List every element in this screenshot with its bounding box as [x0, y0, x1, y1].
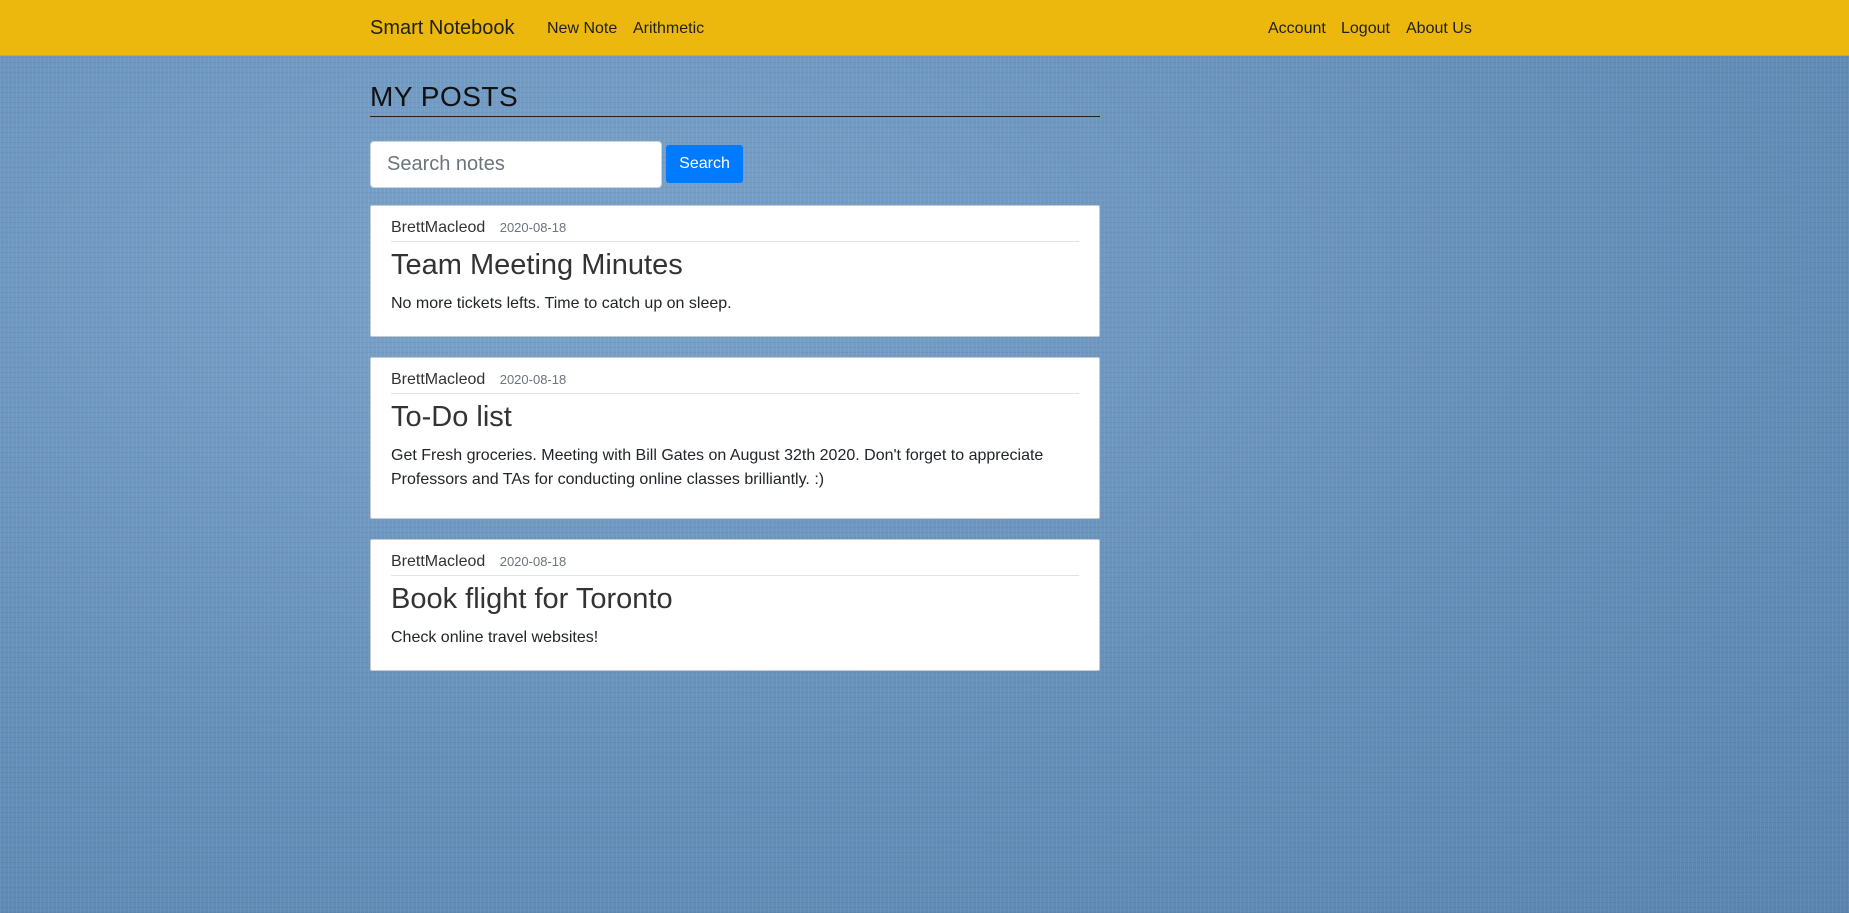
page-title: MY POSTS: [370, 80, 1100, 117]
nav-logout[interactable]: Logout: [1341, 20, 1390, 38]
search-form: Search: [370, 141, 1100, 188]
post-card: BrettMacleod 2020-08-18 Team Meeting Min…: [370, 205, 1100, 337]
post-meta: BrettMacleod 2020-08-18: [391, 370, 1079, 394]
search-input[interactable]: [370, 141, 662, 188]
post-title[interactable]: To-Do list: [391, 398, 1079, 436]
post-content: Get Fresh groceries. Meeting with Bill G…: [391, 447, 1044, 488]
post-date: 2020-08-18: [499, 554, 567, 569]
post-content: No more tickets lefts. Time to catch up …: [391, 295, 732, 312]
post-meta: BrettMacleod 2020-08-18: [391, 218, 1079, 242]
main-content: MY POSTS Search BrettMacleod 2020-08-18 …: [370, 80, 1100, 691]
post-date: 2020-08-18: [499, 372, 567, 387]
nav-about-us[interactable]: About Us: [1406, 20, 1472, 38]
search-button[interactable]: Search: [666, 145, 743, 183]
post-card: BrettMacleod 2020-08-18 To-Do list Get F…: [370, 357, 1100, 519]
posts-list: BrettMacleod 2020-08-18 Team Meeting Min…: [370, 205, 1100, 671]
post-content: Check online travel websites!: [391, 629, 599, 646]
brand-link[interactable]: Smart Notebook: [370, 17, 515, 40]
post-title[interactable]: Team Meeting Minutes: [391, 246, 1079, 284]
nav-new-note[interactable]: New Note: [547, 20, 617, 38]
post-meta: BrettMacleod 2020-08-18: [391, 552, 1079, 576]
post-author[interactable]: BrettMacleod: [391, 553, 485, 570]
top-navbar: Smart Notebook New Note Arithmetic Accou…: [0, 0, 1849, 56]
post-author[interactable]: BrettMacleod: [391, 219, 485, 236]
post-card: BrettMacleod 2020-08-18 Book flight for …: [370, 539, 1100, 671]
post-date: 2020-08-18: [499, 220, 567, 235]
post-author[interactable]: BrettMacleod: [391, 371, 485, 388]
nav-arithmetic[interactable]: Arithmetic: [633, 20, 704, 38]
nav-account[interactable]: Account: [1268, 20, 1326, 38]
post-title[interactable]: Book flight for Toronto: [391, 580, 1079, 618]
